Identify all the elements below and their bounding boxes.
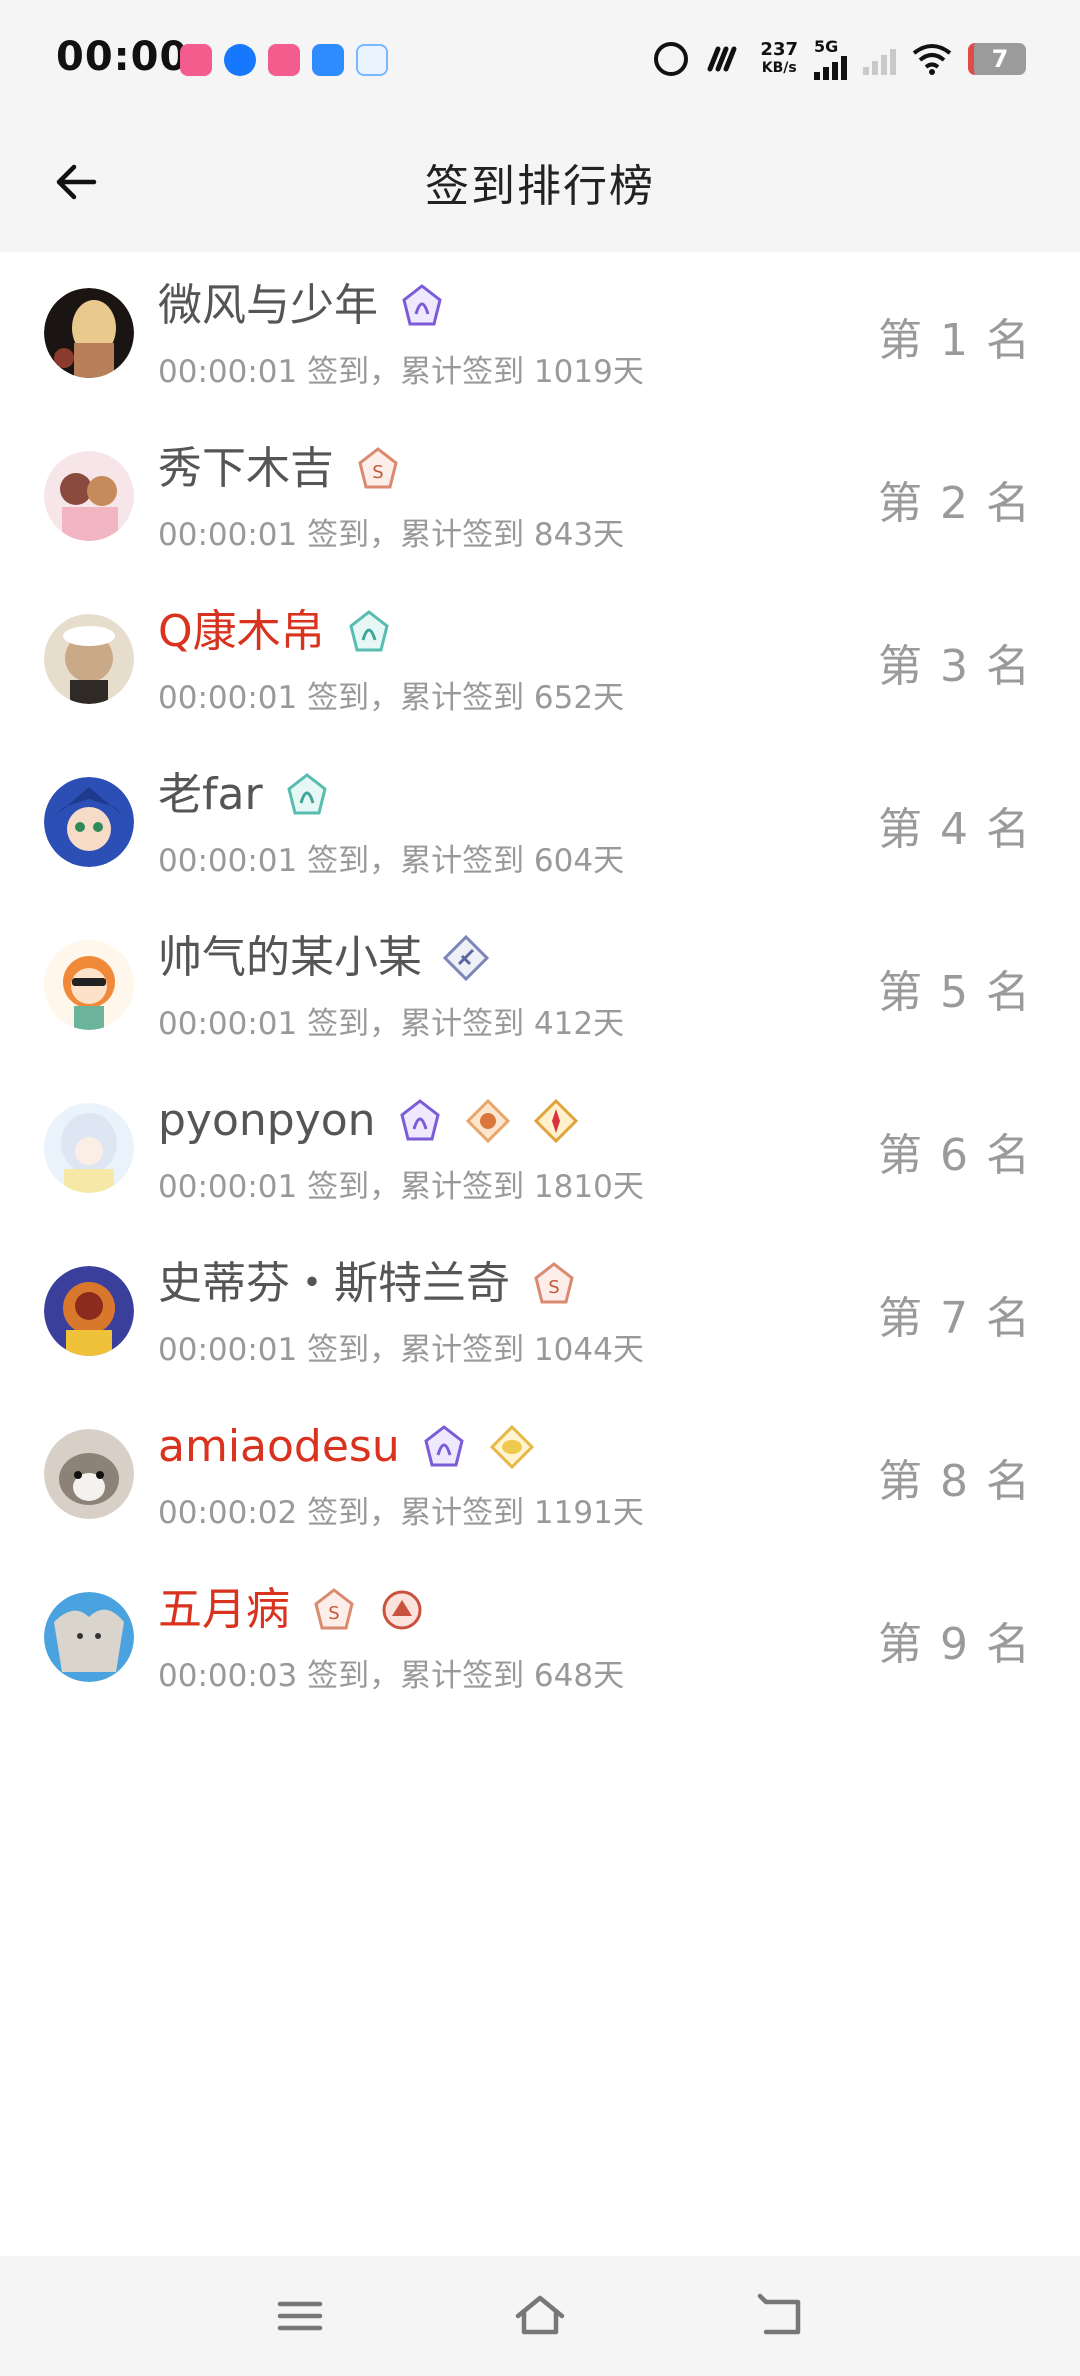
- level-badge-icon: S: [534, 1262, 574, 1304]
- username[interactable]: 老far: [158, 767, 331, 823]
- level-badge-icon: [424, 1425, 464, 1467]
- menu-icon[interactable]: [270, 2286, 330, 2346]
- username-text[interactable]: Q康木帛: [158, 604, 325, 660]
- username-text[interactable]: 史蒂芬・斯特兰奇: [158, 1256, 510, 1312]
- username-text[interactable]: 老far: [158, 767, 263, 823]
- rank-label: 第 5 名: [878, 967, 1032, 1018]
- avatar[interactable]: [44, 940, 134, 1030]
- notification-icons: [180, 44, 388, 76]
- return-icon[interactable]: [750, 2286, 810, 2346]
- checkin-meta: 00:00:01 签到，累计签到 412天: [158, 1006, 625, 1042]
- username[interactable]: pyonpyon: [158, 1093, 580, 1149]
- k-app-icon: [224, 44, 256, 76]
- svg-text:S: S: [328, 1603, 339, 1624]
- username[interactable]: 史蒂芬・斯特兰奇 S: [158, 1256, 578, 1312]
- level-badge-icon: [348, 610, 389, 652]
- network-speed: 237 KB/s: [760, 39, 798, 77]
- signal-strength-icon: [814, 56, 847, 80]
- network-type: 5G: [814, 37, 839, 56]
- level-badge-icon: S: [358, 447, 398, 489]
- username[interactable]: Q康木帛: [158, 604, 393, 660]
- checkin-meta: 00:00:01 签到，累计签到 652天: [158, 680, 625, 716]
- list-item[interactable]: Q康木帛 00:00:01 签到，累计签到 652天 第 3 名: [0, 578, 1080, 741]
- checkin-meta: 00:00:01 签到，累计签到 604天: [158, 843, 625, 879]
- rank-label: 第 2 名: [878, 478, 1032, 529]
- wifi-icon: [912, 44, 952, 75]
- rank-label: 第 8 名: [878, 1456, 1032, 1507]
- avatar[interactable]: [44, 614, 134, 704]
- checkin-meta: 00:00:02 签到，累计签到 1191天: [158, 1495, 644, 1531]
- medal-badge-icon: [533, 1098, 578, 1144]
- rank-label: 第 9 名: [878, 1619, 1032, 1670]
- rank-label: 第 3 名: [878, 641, 1032, 692]
- avatar[interactable]: [44, 288, 134, 378]
- battery-icon: 7: [968, 43, 1026, 75]
- rank-label: 第 7 名: [878, 1293, 1032, 1344]
- rank-label: 第 1 名: [878, 315, 1032, 366]
- browser-icon: [312, 44, 344, 76]
- list-item[interactable]: 五月病 S 00:00:03 签到，累计签到 648天 第 9 名: [0, 1556, 1080, 1719]
- medal-badge-icon: [465, 1098, 510, 1144]
- rank-label: 第 4 名: [878, 804, 1032, 855]
- level-badge-icon: S: [314, 1588, 354, 1630]
- bilibili-icon: [268, 44, 300, 76]
- medal-badge-icon: [382, 1590, 422, 1630]
- medal-badge-icon: [489, 1424, 534, 1470]
- username-text[interactable]: 五月病: [158, 1582, 290, 1638]
- level-badge-icon: [286, 773, 327, 815]
- system-nav-bar: [0, 2256, 1080, 2376]
- avatar[interactable]: [44, 1429, 134, 1519]
- page-title: 签到排行榜: [425, 161, 655, 212]
- svg-text:S: S: [372, 462, 383, 483]
- username[interactable]: 帅气的某小某: [158, 930, 490, 986]
- username[interactable]: 微风与少年: [158, 278, 446, 334]
- checkin-meta: 00:00:01 签到，累计签到 1044天: [158, 1332, 644, 1368]
- home-icon[interactable]: [510, 2286, 570, 2346]
- username-text[interactable]: 微风与少年: [158, 278, 378, 334]
- username-text[interactable]: amiaodesu: [158, 1419, 400, 1475]
- username[interactable]: amiaodesu: [158, 1419, 536, 1475]
- rank-label: 第 6 名: [878, 1130, 1032, 1181]
- username[interactable]: 秀下木吉 S: [158, 441, 402, 497]
- bilibili-icon: [180, 44, 212, 76]
- list-item[interactable]: 史蒂芬・斯特兰奇 S 00:00:01 签到，累计签到 1044天 第 7 名: [0, 1230, 1080, 1393]
- nfc-icon: [707, 46, 737, 72]
- checkin-meta: 00:00:01 签到，累计签到 1810天: [158, 1169, 644, 1205]
- checkin-ranking-list: 微风与少年 00:00:01 签到，累计签到 1019天 第 1 名 秀下木吉 …: [0, 252, 1080, 1719]
- list-item[interactable]: pyonpyon 00:00:01 签到，累计签到 1810天 第 6 名: [0, 1067, 1080, 1230]
- checkin-meta: 00:00:03 签到，累计签到 648天: [158, 1658, 625, 1694]
- level-badge-icon: [399, 1099, 440, 1141]
- level-badge-icon: [442, 934, 490, 982]
- checkin-meta: 00:00:01 签到，累计签到 843天: [158, 517, 625, 553]
- username-text[interactable]: 秀下木吉: [158, 441, 334, 497]
- cloud-app-icon: [356, 44, 388, 76]
- level-badge-icon: [402, 284, 442, 326]
- list-item[interactable]: 帅气的某小某 00:00:01 签到，累计签到 412天 第 5 名: [0, 904, 1080, 1067]
- avatar[interactable]: [44, 451, 134, 541]
- list-item[interactable]: 微风与少年 00:00:01 签到，累计签到 1019天 第 1 名: [0, 252, 1080, 415]
- checkin-meta: 00:00:01 签到，累计签到 1019天: [158, 354, 644, 390]
- status-time: 00:00: [56, 34, 189, 80]
- username-text[interactable]: pyonpyon: [158, 1093, 376, 1149]
- svg-text:S: S: [548, 1277, 559, 1298]
- username[interactable]: 五月病 S: [158, 1582, 426, 1638]
- avatar[interactable]: [44, 1266, 134, 1356]
- header-bar: 签到排行榜: [0, 120, 1080, 252]
- signal-strength-2-icon: [863, 43, 896, 75]
- alarm-icon: [654, 42, 689, 76]
- username-text[interactable]: 帅气的某小某: [158, 930, 422, 986]
- status-bar: 00:00 237 KB/s 5G 7: [0, 0, 1080, 120]
- list-item[interactable]: amiaodesu 00:00:02 签到，累计签到 1191天 第 8 名: [0, 1393, 1080, 1556]
- avatar[interactable]: [44, 777, 134, 867]
- list-item[interactable]: 秀下木吉 S 00:00:01 签到，累计签到 843天 第 2 名: [0, 415, 1080, 578]
- avatar[interactable]: [44, 1592, 134, 1682]
- list-item[interactable]: 老far 00:00:01 签到，累计签到 604天 第 4 名: [0, 741, 1080, 904]
- avatar[interactable]: [44, 1103, 134, 1193]
- status-right: 237 KB/s 5G 7: [654, 38, 1026, 80]
